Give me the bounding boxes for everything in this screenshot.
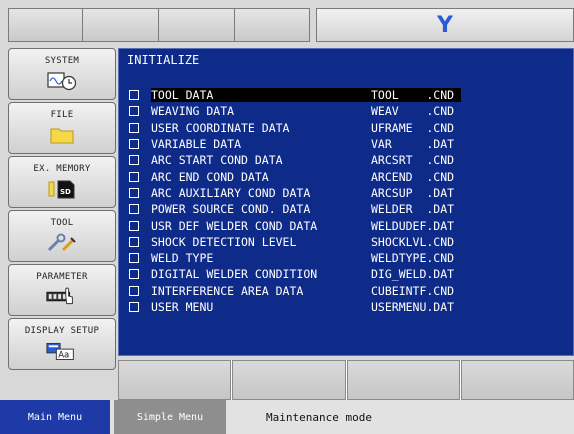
sidebar-item-label: TOOL: [50, 218, 74, 228]
item-file: TOOL .CND: [371, 88, 461, 103]
item-name: SHOCK DETECTION LEVEL: [151, 234, 297, 249]
item-checkbox[interactable]: [129, 139, 139, 150]
soft-key-4[interactable]: [460, 360, 574, 400]
sidebar-item-label: FILE: [50, 110, 74, 120]
item-name: WELD TYPE: [151, 251, 214, 266]
item-file: WELDTYPE.CND: [371, 251, 455, 266]
item-file: ARCSUP .DAT: [371, 185, 455, 200]
sd-card-icon: SD: [45, 178, 79, 200]
item-name: VARIABLE DATA: [151, 137, 242, 152]
item-name: TOOL DATA: [151, 88, 371, 103]
tools-icon: [45, 232, 79, 254]
list-item[interactable]: ARC START COND DATA ARCSRT .CND: [127, 152, 567, 168]
list-item[interactable]: INTERFERENCE AREA DATA CUBEINTF.CND: [127, 283, 567, 299]
status-bar: Main Menu Simple Menu Maintenance mode: [0, 400, 574, 434]
item-file: SHOCKLVL.CND: [371, 234, 455, 249]
item-name: USER COORDINATE DATA: [151, 120, 290, 135]
item-name: ARC END COND DATA: [151, 169, 269, 184]
item-file: USERMENU.DAT: [371, 300, 455, 314]
list-item[interactable]: ARC AUXILIARY COND DATA ARCSUP .DAT: [127, 185, 567, 201]
main-menu-button[interactable]: Main Menu: [0, 400, 110, 434]
item-checkbox[interactable]: [129, 302, 139, 312]
simple-menu-button[interactable]: Simple Menu: [114, 400, 226, 434]
sidebar-spacer: [8, 372, 116, 400]
display-font-icon: Aa: [45, 340, 79, 362]
mode-indicator: Y: [316, 8, 574, 42]
sidebar-item-system[interactable]: SYSTEM: [8, 48, 116, 100]
top-tab-bar: Y: [8, 8, 574, 42]
item-file: UFRAME .CND: [371, 120, 455, 135]
folder-icon: [45, 124, 79, 146]
sidebar-item-display-setup[interactable]: DISPLAY SETUP Aa: [8, 318, 116, 370]
sidebar-item-label: EX. MEMORY: [33, 164, 91, 174]
item-checkbox[interactable]: [129, 269, 139, 280]
item-name: POWER SOURCE COND. DATA: [151, 202, 311, 217]
item-checkbox[interactable]: [129, 285, 139, 296]
soft-key-1[interactable]: [118, 360, 232, 400]
sidebar-item-parameter[interactable]: PARAMETER: [8, 264, 116, 316]
initialize-list: TOOL DATA TOOL .CND WEAVING DATA WEAV .C…: [127, 87, 567, 315]
item-file: WELDUDEF.DAT: [371, 218, 455, 233]
item-name: USER MENU: [151, 300, 214, 314]
item-checkbox[interactable]: [129, 171, 139, 182]
list-item[interactable]: WEAVING DATA WEAV .CND: [127, 103, 567, 119]
item-name: INTERFERENCE AREA DATA: [151, 283, 304, 298]
list-item[interactable]: DIGITAL WELDER CONDITION DIG_WELD.DAT: [127, 266, 567, 282]
list-item[interactable]: WELD TYPE WELDTYPE.CND: [127, 250, 567, 266]
list-item[interactable]: VARIABLE DATA VAR .DAT: [127, 136, 567, 152]
page-title: INITIALIZE: [127, 53, 200, 67]
item-checkbox[interactable]: [129, 220, 139, 231]
sidebar-item-ex-memory[interactable]: EX. MEMORY SD: [8, 156, 116, 208]
item-checkbox[interactable]: [129, 187, 139, 198]
list-item[interactable]: SHOCK DETECTION LEVEL SHOCKLVL.CND: [127, 234, 567, 250]
item-checkbox[interactable]: [129, 236, 139, 247]
sidebar-item-label: SYSTEM: [44, 56, 80, 66]
sidebar-item-label: DISPLAY SETUP: [24, 326, 100, 336]
item-name: WEAVING DATA: [151, 104, 235, 119]
sidebar-item-tool[interactable]: TOOL: [8, 210, 116, 262]
item-checkbox[interactable]: [129, 90, 139, 101]
item-checkbox[interactable]: [129, 155, 139, 166]
initialize-panel: INITIALIZE TOOL DATA TOOL .CND WEAVING D…: [118, 48, 574, 356]
top-tab-3[interactable]: [158, 8, 234, 42]
sidebar-item-label: PARAMETER: [36, 272, 88, 282]
item-name: DIGITAL WELDER CONDITION: [151, 267, 318, 282]
item-checkbox[interactable]: [129, 106, 139, 117]
parameter-hand-icon: [45, 286, 79, 308]
list-item[interactable]: TOOL DATA TOOL .CND: [127, 87, 567, 103]
svg-text:SD: SD: [60, 188, 71, 196]
item-name: USR DEF WELDER COND DATA: [151, 218, 318, 233]
mode-status-text: Maintenance mode: [266, 410, 372, 424]
item-checkbox[interactable]: [129, 253, 139, 264]
system-monitor-clock-icon: [45, 70, 79, 92]
top-tab-1[interactable]: [8, 8, 82, 42]
item-file: ARCEND .CND: [371, 169, 455, 184]
item-file: ARCSRT .CND: [371, 153, 455, 168]
item-name: ARC AUXILIARY COND DATA: [151, 185, 311, 200]
item-file: CUBEINTF.CND: [371, 283, 455, 298]
item-file: VAR .DAT: [371, 137, 455, 152]
list-item[interactable]: ARC END COND DATA ARCEND .CND: [127, 168, 567, 184]
soft-key-3[interactable]: [346, 360, 460, 400]
item-checkbox[interactable]: [129, 122, 139, 133]
sidebar-item-file[interactable]: FILE: [8, 102, 116, 154]
soft-key-row: [118, 360, 574, 400]
list-item[interactable]: USER COORDINATE DATA UFRAME .CND: [127, 120, 567, 136]
top-tab-4[interactable]: [234, 8, 310, 42]
sidebar: SYSTEM FILE EX. MEMORY SD TOOL PARAMETER…: [8, 48, 116, 400]
item-file: DIG_WELD.DAT: [371, 267, 455, 282]
item-file: WELDER .DAT: [371, 202, 455, 217]
pendant-screen: Y SYSTEM FILE EX. MEMORY SD TOOL PARAMET…: [0, 0, 574, 434]
list-item[interactable]: POWER SOURCE COND. DATA WELDER .DAT: [127, 201, 567, 217]
item-file: WEAV .CND: [371, 104, 455, 119]
mode-letter: Y: [437, 12, 453, 38]
item-name: ARC START COND DATA: [151, 153, 283, 168]
list-item[interactable]: USER MENU USERMENU.DAT: [127, 299, 567, 315]
soft-key-2[interactable]: [232, 360, 346, 400]
item-checkbox[interactable]: [129, 204, 139, 215]
top-tab-2[interactable]: [82, 8, 158, 42]
svg-text:Aa: Aa: [58, 351, 69, 361]
list-item[interactable]: USR DEF WELDER COND DATA WELDUDEF.DAT: [127, 217, 567, 233]
